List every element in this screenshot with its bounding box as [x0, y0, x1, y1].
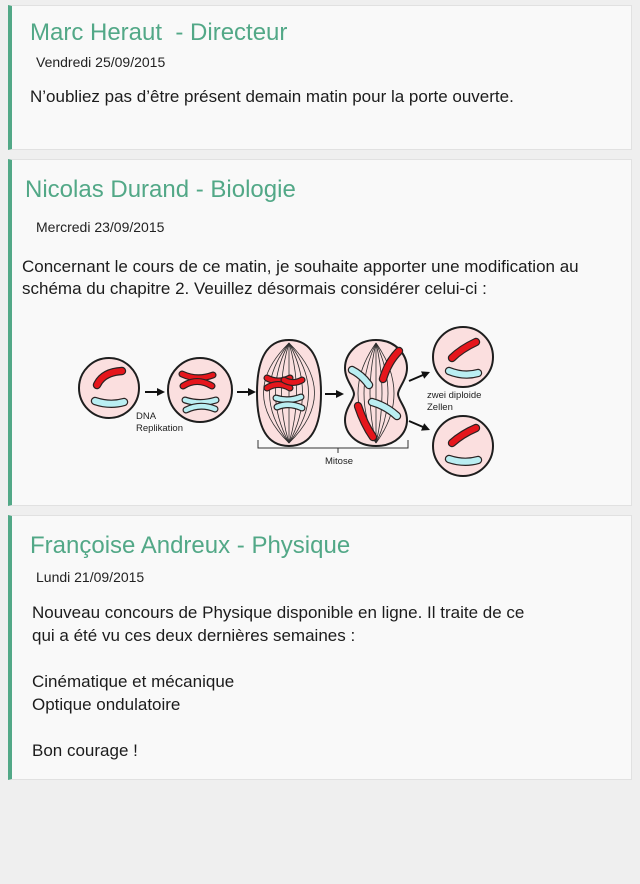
- post-body-line: Nouveau concours de Physique disponible …: [32, 603, 525, 622]
- chromosome-blue: [92, 398, 127, 407]
- diagram-label: zwei diploide: [427, 390, 481, 401]
- arrow-up-right-icon: [408, 371, 430, 382]
- diagram-label: DNA: [136, 411, 157, 422]
- post-body: Concernant le cours de ce matin, je souh…: [22, 256, 579, 300]
- diagram-label: Replikation: [136, 423, 183, 434]
- post-body: Nouveau concours de Physique disponible …: [32, 601, 524, 762]
- news-feed[interactable]: Marc Heraut - Directeur Vendredi 25/09/2…: [0, 0, 640, 884]
- post-date: Vendredi 25/09/2015: [36, 54, 166, 70]
- post-card: Marc Heraut - Directeur Vendredi 25/09/2…: [8, 5, 632, 150]
- post-body-line: N’oubliez pas d’être présent demain mati…: [30, 87, 514, 106]
- cell-anaphase: [343, 338, 409, 448]
- chromosome-blue: [446, 368, 481, 378]
- post-body-line: qui a été vu ces deux dernières semaines…: [32, 626, 356, 645]
- post-author-title: Françoise Andreux - Physique: [30, 532, 351, 559]
- arrow-down-right-icon: [408, 420, 430, 431]
- topic-item: Optique ondulatoire: [32, 695, 181, 714]
- mitosis-diagram: DNA Replikation Mitose zwei diploide Zel…: [78, 326, 494, 477]
- cell-membrane: [432, 415, 494, 477]
- arrow-right-icon: [325, 390, 344, 398]
- post-body-line: Bon courage !: [32, 741, 138, 760]
- chromosome-blue: [446, 456, 481, 465]
- cell-membrane: [167, 357, 233, 423]
- post-body: N’oubliez pas d’être présent demain mati…: [30, 86, 514, 108]
- post-date: Mercredi 23/09/2015: [36, 219, 165, 235]
- daughter-cell-top: [432, 326, 494, 388]
- arrow-right-icon: [237, 388, 256, 396]
- post-closing: Bon courage !: [32, 739, 524, 762]
- post-card: Françoise Andreux - Physique Lundi 21/09…: [8, 515, 632, 780]
- cell-replicated: [167, 357, 233, 423]
- post-date: Lundi 21/09/2015: [36, 569, 145, 585]
- daughter-cell-bottom: [432, 415, 494, 477]
- post-topics: Cinématique et mécanique Optique ondulat…: [32, 670, 524, 716]
- arrow-right-icon: [145, 388, 165, 396]
- cell-metaphase: [255, 338, 323, 448]
- cell-membrane: [78, 357, 140, 419]
- post-card: Nicolas Durand - Biologie Mercredi 23/09…: [8, 159, 632, 506]
- post-body-line: schéma du chapitre 2. Veuillez désormais…: [22, 279, 487, 298]
- chromatid-red: [281, 377, 305, 385]
- diagram-label: Zellen: [427, 402, 453, 413]
- post-author-title: Nicolas Durand - Biologie: [25, 176, 296, 203]
- topic-item: Cinématique et mécanique: [32, 672, 235, 691]
- diagram-label: Mitose: [325, 456, 353, 467]
- post-body-line: Concernant le cours de ce matin, je souh…: [22, 257, 579, 276]
- post-intro: Nouveau concours de Physique disponible …: [32, 601, 524, 647]
- post-author-title: Marc Heraut - Directeur: [30, 19, 288, 46]
- cell-initial: [78, 357, 140, 419]
- chromatid-blue: [182, 397, 219, 405]
